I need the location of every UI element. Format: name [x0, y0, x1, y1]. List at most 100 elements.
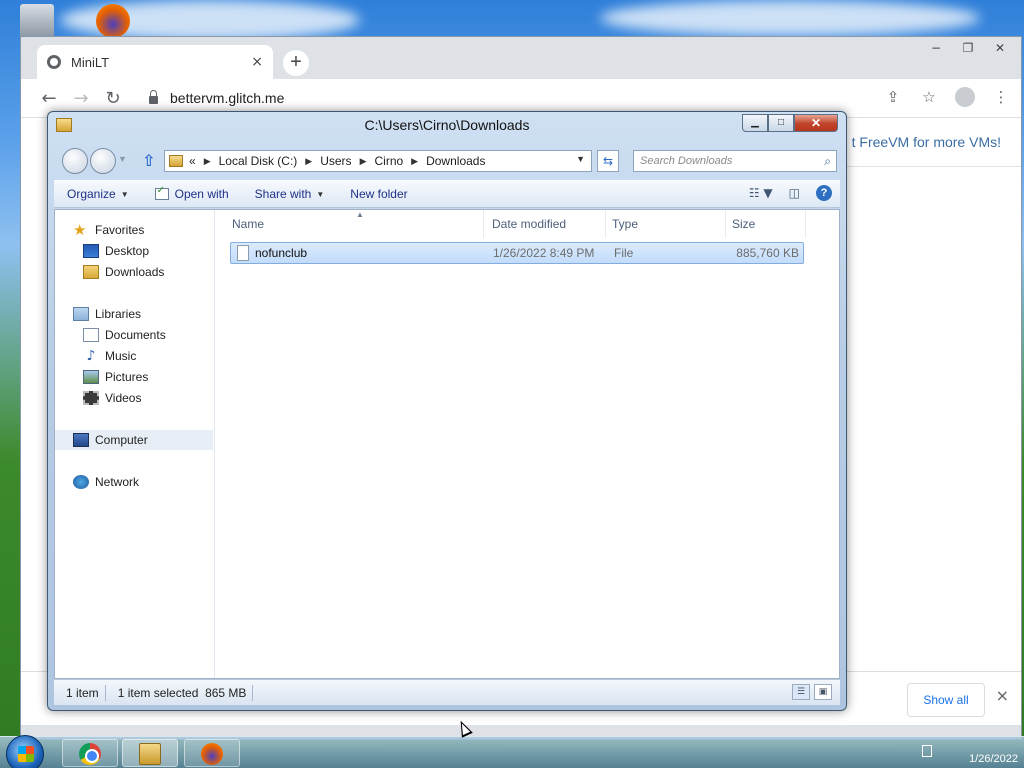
column-header-name[interactable]: ▲ Name: [226, 210, 484, 238]
nav-favorites[interactable]: ★ Favorites: [73, 220, 144, 240]
breadcrumb-local-disk[interactable]: Local Disk (C:): [219, 154, 298, 168]
show-all-button[interactable]: Show all: [907, 683, 985, 717]
nav-desktop[interactable]: Desktop: [83, 241, 149, 261]
nav-label: Videos: [105, 391, 142, 405]
clock-date: 1/26/2022: [969, 753, 1018, 765]
download-bar-close-icon[interactable]: ×: [996, 686, 1009, 705]
status-bar: 1 item 1 item selected 865 MB ☰ ▣: [54, 679, 840, 705]
nav-network[interactable]: Network: [73, 472, 139, 492]
search-input[interactable]: Search Downloads ⌕: [633, 150, 837, 172]
tab-close-icon[interactable]: ×: [251, 54, 263, 70]
desktop-cloud: [600, 0, 980, 36]
column-header-size[interactable]: Size: [726, 210, 806, 238]
explorer-close-button[interactable]: ✕: [794, 114, 838, 132]
network-icon: [73, 475, 89, 489]
details-view-icon[interactable]: ☰: [792, 684, 810, 700]
profile-avatar-icon[interactable]: [955, 87, 975, 107]
column-header-type[interactable]: Type: [606, 210, 726, 238]
search-icon[interactable]: ⌕: [824, 154, 831, 169]
forward-arrow-icon[interactable]: →: [65, 88, 97, 109]
large-icons-view-icon[interactable]: ▣: [814, 684, 832, 700]
breadcrumb-cirno[interactable]: Cirno: [374, 154, 403, 168]
nav-label: Documents: [105, 328, 166, 342]
view-controls: ☷ ▼ ◫ ?: [749, 185, 832, 201]
address-breadcrumb[interactable]: « ▶ Local Disk (C:) ▶ Users ▶ Cirno ▶ Do…: [164, 150, 592, 172]
back-button[interactable]: [62, 148, 88, 174]
explorer-window-controls: ▁ □ ✕: [742, 114, 838, 132]
breadcrumb-separator[interactable]: ▶: [204, 156, 211, 167]
nav-downloads[interactable]: Downloads: [83, 262, 164, 282]
column-label: Size: [732, 217, 756, 231]
system-clock[interactable]: 1/26/2022: [969, 741, 1018, 765]
music-note-icon: ♪: [86, 348, 96, 364]
file-type: File: [614, 246, 634, 260]
share-icon[interactable]: ⇪: [883, 88, 903, 106]
nav-libraries[interactable]: Libraries: [73, 304, 141, 324]
nav-label: Pictures: [105, 370, 149, 384]
browser-maximize-button[interactable]: ❐: [953, 39, 983, 57]
address-dropdown-chevron-icon[interactable]: ▼: [576, 154, 585, 164]
desktop-icon: [83, 244, 99, 258]
breadcrumb-separator[interactable]: ▶: [360, 156, 367, 167]
explorer-icon: [139, 743, 161, 765]
help-icon[interactable]: ?: [816, 185, 832, 201]
column-header-date-modified[interactable]: Date modified: [486, 210, 606, 238]
breadcrumb-downloads[interactable]: Downloads: [426, 154, 485, 168]
browser-tab[interactable]: MiniLT ×: [37, 45, 273, 79]
breadcrumb-users[interactable]: Users: [320, 154, 351, 168]
open-with-button[interactable]: Open with: [142, 185, 242, 201]
nav-music[interactable]: ♪ Music: [83, 346, 137, 366]
taskbar-chrome-button[interactable]: [62, 739, 118, 767]
breadcrumb-separator[interactable]: ▶: [411, 156, 418, 167]
start-button[interactable]: [6, 735, 44, 768]
explorer-minimize-button[interactable]: ▁: [742, 114, 768, 132]
taskbar-explorer-button[interactable]: [122, 739, 178, 767]
nav-pictures[interactable]: Pictures: [83, 367, 148, 387]
up-arrow-icon[interactable]: ⇧: [142, 151, 155, 170]
chevron-down-icon: ▼: [120, 189, 129, 199]
nav-label: Desktop: [105, 244, 150, 258]
menu-kebab-icon[interactable]: ⋮: [991, 88, 1011, 106]
new-folder-button[interactable]: New folder: [337, 187, 420, 201]
file-size: 885,760 KB: [736, 246, 799, 260]
lock-icon: [149, 90, 158, 104]
share-with-button[interactable]: Share with ▼: [242, 187, 338, 201]
nav-label: Network: [95, 475, 140, 489]
new-tab-button[interactable]: +: [283, 50, 309, 76]
organize-button[interactable]: Organize ▼: [54, 187, 142, 201]
file-row[interactable]: nofunclub 1/26/2022 8:49 PM File 885,760…: [230, 242, 804, 264]
firefox-desktop-icon[interactable]: [96, 4, 130, 38]
nav-documents[interactable]: Documents: [83, 325, 166, 345]
breadcrumb-overflow[interactable]: «: [189, 154, 196, 168]
globe-icon: [47, 55, 61, 69]
downloads-folder-icon: [83, 265, 99, 279]
reload-icon[interactable]: ↻: [97, 88, 129, 109]
nav-videos[interactable]: Videos: [83, 388, 141, 408]
change-view-icon[interactable]: ☷ ▼: [749, 186, 773, 200]
bookmark-star-icon[interactable]: ☆: [919, 88, 939, 106]
chrome-icon: [79, 743, 101, 765]
refresh-icon[interactable]: ⇆: [597, 150, 619, 172]
documents-icon: [83, 328, 99, 342]
breadcrumb-separator[interactable]: ▶: [305, 156, 312, 167]
promo-link[interactable]: t FreeVM for more VMs!: [852, 134, 1001, 150]
tab-title: MiniLT: [71, 54, 110, 70]
sort-ascending-icon: ▲: [356, 210, 364, 219]
address-bar[interactable]: bettervm.glitch.me: [149, 90, 284, 106]
explorer-title: C:\Users\Cirno\Downloads: [364, 117, 530, 133]
nav-computer[interactable]: Computer: [55, 430, 213, 450]
preview-pane-icon[interactable]: ◫: [789, 186, 800, 200]
browser-close-button[interactable]: ✕: [985, 39, 1015, 57]
taskbar-firefox-button[interactable]: [184, 739, 240, 767]
nav-label: Music: [105, 349, 137, 363]
browser-actions: ⇪ ☆ ⋮: [883, 87, 1011, 107]
explorer-maximize-button[interactable]: □: [768, 114, 794, 132]
recent-pages-chevron-icon[interactable]: ▼: [118, 154, 127, 164]
back-arrow-icon[interactable]: ←: [33, 88, 65, 109]
browser-minimize-button[interactable]: −: [921, 39, 951, 57]
recycle-bin-icon[interactable]: [20, 4, 54, 38]
column-label: Type: [612, 217, 639, 231]
explorer-window: C:\Users\Cirno\Downloads ▁ □ ✕ ▼ ⇧ « ▶ L…: [47, 111, 847, 711]
network-tray-icon[interactable]: [922, 745, 932, 757]
forward-button[interactable]: [90, 148, 116, 174]
